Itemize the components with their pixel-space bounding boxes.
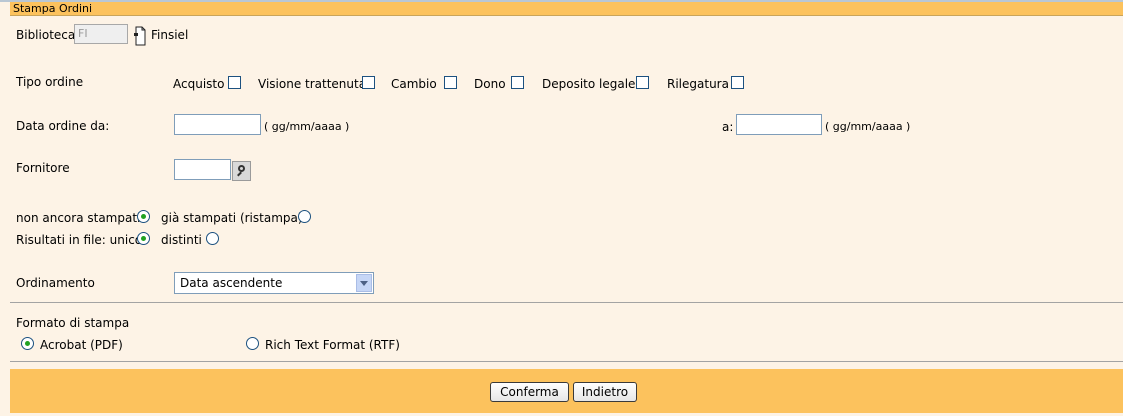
gia-stampati-radio[interactable] (298, 210, 311, 223)
acquisto-checkbox[interactable] (228, 76, 241, 89)
indietro-button[interactable]: Indietro (573, 382, 637, 402)
visione-trattenuta-checkbox[interactable] (362, 76, 375, 89)
acquisto-label: Acquisto (173, 77, 225, 91)
dono-checkbox[interactable] (511, 76, 524, 89)
data-da-input[interactable] (174, 114, 261, 135)
deposito-legale-label: Deposito legale (542, 77, 636, 91)
pdf-label: Acrobat (PDF) (40, 338, 123, 352)
distinti-label: distinti (161, 233, 202, 247)
gia-stampati-label: già stampati (ristampa) (161, 211, 303, 225)
chevron-down-icon[interactable] (356, 274, 372, 292)
non-ancora-stampati-label: non ancora stampati (16, 211, 141, 225)
rtf-label: Rich Text Format (RTF) (265, 338, 400, 352)
data-a-label: a: (722, 120, 734, 134)
risultati-unico-label: Risultati in file: unico (16, 233, 143, 247)
risultati-unico-radio[interactable] (137, 232, 150, 245)
data-ordine-da-label: Data ordine da: (16, 119, 110, 133)
rilegatura-checkbox[interactable] (731, 76, 744, 89)
ordinamento-label: Ordinamento (16, 276, 95, 290)
pdf-radio[interactable] (21, 337, 34, 350)
fornitore-label: Fornitore (16, 161, 70, 175)
search-icon[interactable] (232, 161, 251, 181)
fornitore-input[interactable] (174, 159, 231, 180)
ordinamento-select[interactable]: Data ascendente (174, 272, 374, 294)
biblioteca-label: Biblioteca (16, 28, 76, 42)
divider-top (10, 302, 1123, 303)
document-icon[interactable] (133, 26, 147, 46)
data-da-format-hint: ( gg/mm/aaaa ) (264, 120, 350, 133)
tipo-ordine-label: Tipo ordine (16, 75, 84, 89)
rilegatura-label: Rilegatura (667, 77, 729, 91)
cambio-label: Cambio (391, 77, 437, 91)
deposito-legale-checkbox[interactable] (636, 76, 649, 89)
data-a-format-hint: ( gg/mm/aaaa ) (825, 120, 911, 133)
page-title: Stampa Ordini (10, 2, 1123, 16)
provider-label: Finsiel (151, 28, 189, 42)
dono-label: Dono (474, 77, 506, 91)
ordinamento-value: Data ascendente (180, 276, 283, 290)
distinti-radio[interactable] (206, 232, 219, 245)
rtf-radio[interactable] (246, 337, 259, 350)
formato-label: Formato di stampa (16, 316, 130, 330)
data-a-input[interactable] (736, 114, 822, 135)
non-ancora-stampati-radio[interactable] (137, 210, 150, 223)
conferma-button[interactable]: Conferma (490, 382, 569, 402)
cambio-checkbox[interactable] (444, 76, 457, 89)
visione-trattenuta-label: Visione trattenuta (258, 77, 367, 91)
divider-bottom (10, 361, 1123, 362)
biblioteca-field: FI (74, 24, 128, 44)
